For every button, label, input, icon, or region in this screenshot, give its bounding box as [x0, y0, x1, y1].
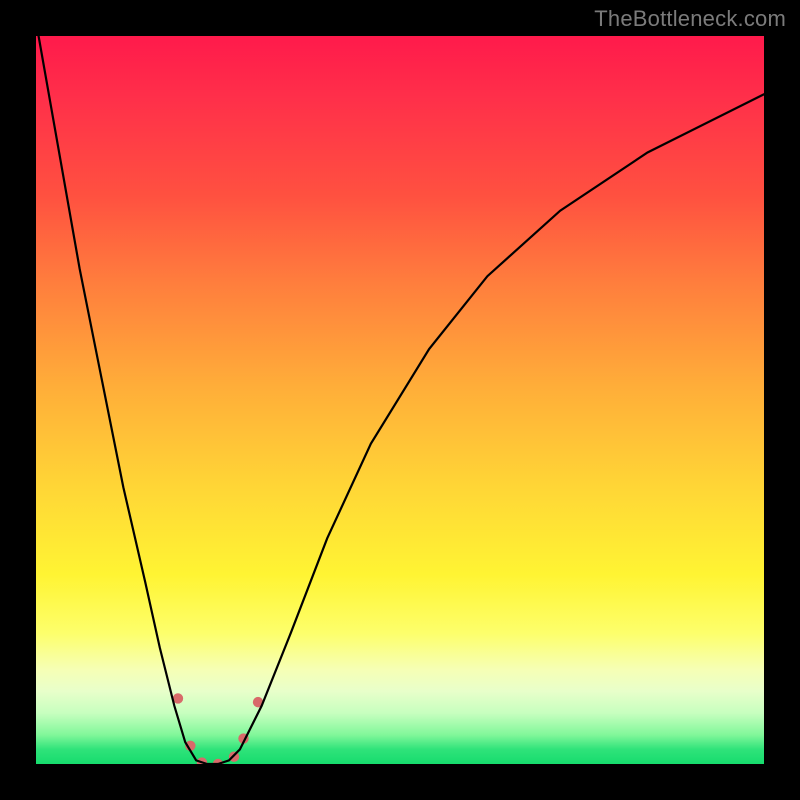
- watermark-text: TheBottleneck.com: [594, 6, 786, 32]
- bottleneck-curve: [36, 36, 764, 764]
- plot-area: [36, 36, 764, 764]
- chart-frame: TheBottleneck.com: [0, 0, 800, 800]
- chart-svg: [36, 36, 764, 764]
